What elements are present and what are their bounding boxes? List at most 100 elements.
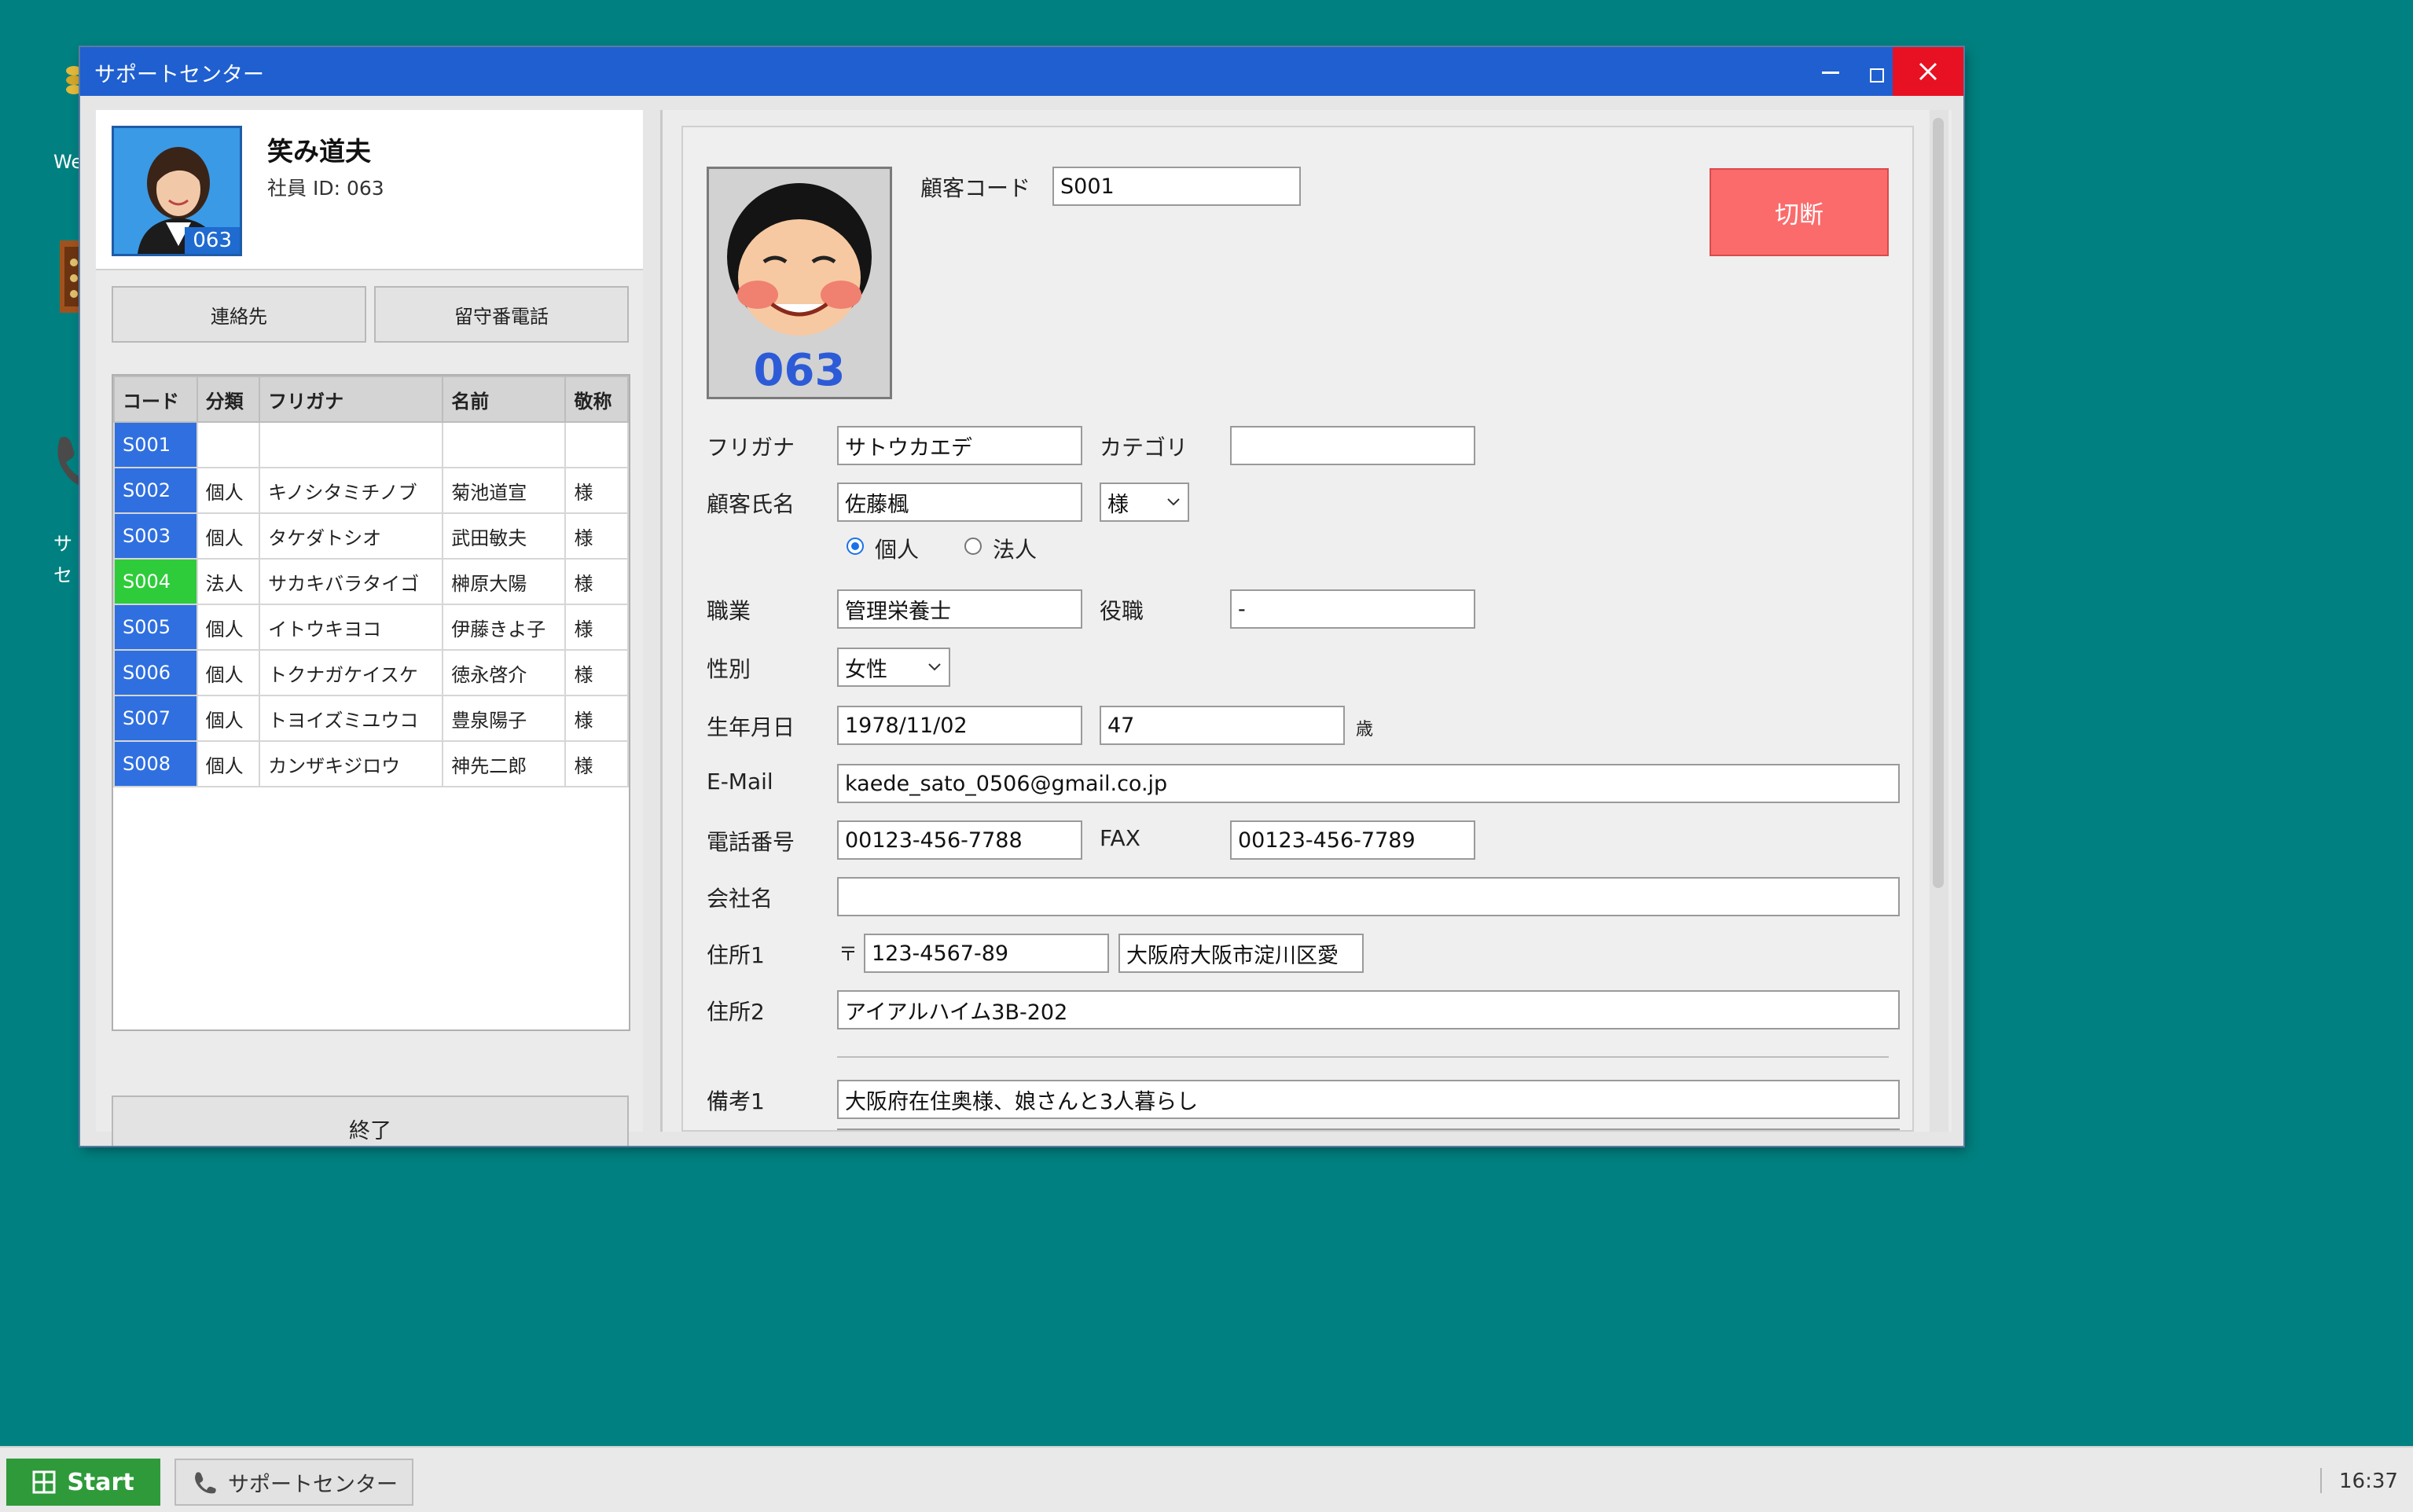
cell-name: 武田敏夫 bbox=[442, 512, 567, 560]
desktop-icon-2[interactable] bbox=[58, 239, 82, 314]
table-row[interactable]: S007 個人 トヨイズミユウコ 豊泉陽子 様 bbox=[113, 695, 629, 742]
disconnect-button[interactable]: 切断 bbox=[1710, 168, 1889, 256]
cell-honorific: 様 bbox=[564, 604, 629, 651]
cell-code[interactable]: S008 bbox=[113, 740, 198, 787]
cell-code[interactable]: S002 bbox=[113, 467, 198, 514]
start-button[interactable]: Start bbox=[6, 1459, 160, 1506]
birthdate-field[interactable]: 1978/11/02 bbox=[837, 706, 1082, 745]
address1-field[interactable]: 大阪府大阪市淀川区愛 bbox=[1118, 934, 1364, 973]
position-field[interactable]: - bbox=[1230, 589, 1475, 629]
category-field[interactable] bbox=[1230, 426, 1475, 465]
cell-name bbox=[442, 421, 567, 468]
cell-honorific: 様 bbox=[564, 512, 629, 560]
scrollbar-thumb[interactable] bbox=[1933, 118, 1944, 888]
tray-divider bbox=[2320, 1468, 2322, 1493]
desktop-icon-label: サ bbox=[53, 533, 72, 555]
employee-id: 社員 ID: 063 bbox=[267, 177, 384, 200]
postal-mark: 〒 bbox=[839, 943, 858, 965]
cell-code[interactable]: S007 bbox=[113, 695, 198, 742]
notes1-field[interactable]: 大阪府在住奥様、娘さんと3人暮らし bbox=[837, 1080, 1900, 1119]
form-scrollbar[interactable] bbox=[1930, 110, 1948, 1132]
customer-detail-pane: 063 顧客コード S001 切断 フリガナ サトウカエデ カテゴリ 顧客氏名 … bbox=[660, 110, 1952, 1132]
table-row[interactable]: S004 法人 サカキバラタイゴ 榊原大陽 様 bbox=[113, 558, 629, 605]
table-row[interactable]: S008 個人 カンザキジロウ 神先二郎 様 bbox=[113, 740, 629, 787]
occupation-field[interactable]: 管理栄養士 bbox=[837, 589, 1082, 629]
close-button[interactable] bbox=[1893, 47, 1963, 96]
cell-name: 豊泉陽子 bbox=[442, 695, 567, 742]
address2-label: 住所2 bbox=[707, 999, 765, 1025]
phone-icon bbox=[57, 436, 82, 486]
honorific-select[interactable]: 様 bbox=[1100, 483, 1189, 522]
cell-type: 個人 bbox=[196, 649, 261, 696]
cell-code[interactable]: S004 bbox=[113, 558, 198, 605]
title-bar[interactable]: サポートセンター bbox=[80, 47, 1963, 96]
customer-name-label: 顧客氏名 bbox=[707, 491, 795, 517]
maximize-icon bbox=[1870, 68, 1884, 83]
address2-field[interactable]: アイアルハイム3B-202 bbox=[837, 990, 1900, 1029]
cell-code[interactable]: S003 bbox=[113, 512, 198, 560]
age-field[interactable]: 47 bbox=[1100, 706, 1345, 745]
start-grid-icon bbox=[32, 1470, 56, 1494]
voicemail-button[interactable]: 留守番電話 bbox=[374, 286, 629, 343]
company-label: 会社名 bbox=[707, 886, 773, 912]
honorific-value: 様 bbox=[1107, 492, 1129, 517]
avatar-badge: 063 bbox=[185, 227, 240, 254]
gender-select[interactable]: 女性 bbox=[837, 648, 950, 687]
contacts-button[interactable]: 連絡先 bbox=[112, 286, 366, 343]
left-pane: 063 笑み道夫 社員 ID: 063 連絡先 留守番電話 コード 分類 フリガ… bbox=[96, 110, 643, 1146]
postal-code-field[interactable]: 123-4567-89 bbox=[864, 934, 1109, 973]
cell-type: 個人 bbox=[196, 467, 261, 514]
customer-name-field[interactable]: 佐藤楓 bbox=[837, 483, 1082, 522]
customer-form: 063 顧客コード S001 切断 フリガナ サトウカエデ カテゴリ 顧客氏名 … bbox=[681, 126, 1914, 1132]
customer-table[interactable]: コード 分類 フリガナ 名前 敬称 S001 S002 個人 キノシタミチノブ … bbox=[112, 374, 630, 1031]
clock[interactable]: 16:37 bbox=[2339, 1470, 2398, 1493]
desktop-icon-3[interactable] bbox=[55, 431, 82, 486]
table-row[interactable]: S003 個人 タケダトシオ 武田敏夫 様 bbox=[113, 512, 629, 560]
cell-name: 榊原大陽 bbox=[442, 558, 567, 605]
column-header-type[interactable]: 分類 bbox=[196, 376, 261, 423]
gender-value: 女性 bbox=[845, 657, 887, 682]
cell-code[interactable]: S006 bbox=[113, 649, 198, 696]
phone-label: 電話番号 bbox=[707, 829, 795, 855]
email-field[interactable]: kaede_sato_0506@gmail.co.jp bbox=[837, 764, 1900, 803]
exit-button[interactable]: 終了 bbox=[112, 1095, 629, 1146]
column-header-honorific[interactable]: 敬称 bbox=[564, 376, 629, 423]
table-row[interactable]: S006 個人 トクナガケイスケ 徳永啓介 様 bbox=[113, 649, 629, 696]
maximize-button[interactable] bbox=[1866, 47, 1893, 96]
cell-type: 個人 bbox=[196, 604, 261, 651]
minimize-button[interactable] bbox=[1795, 47, 1866, 96]
fax-field[interactable]: 00123-456-7789 bbox=[1230, 820, 1475, 860]
coins-icon bbox=[66, 66, 82, 94]
table-row[interactable]: S001 bbox=[113, 421, 629, 468]
column-header-name[interactable]: 名前 bbox=[442, 376, 567, 423]
fax-label: FAX bbox=[1100, 825, 1140, 851]
desktop-icon-1[interactable] bbox=[63, 55, 82, 110]
address1-label: 住所1 bbox=[707, 942, 765, 968]
position-label: 役職 bbox=[1100, 598, 1144, 624]
cell-code[interactable]: S005 bbox=[113, 604, 198, 651]
radio-personal[interactable] bbox=[847, 538, 864, 555]
table-row[interactable]: S005 個人 イトウキヨコ 伊藤きよ子 様 bbox=[113, 604, 629, 651]
employee-name: 笑み道夫 bbox=[267, 136, 371, 167]
radio-corporate[interactable] bbox=[964, 538, 982, 555]
phone-field[interactable]: 00123-456-7788 bbox=[837, 820, 1082, 860]
radio-personal-label: 個人 bbox=[875, 537, 920, 563]
table-row[interactable]: S002 個人 キノシタミチノブ 菊池道宣 様 bbox=[113, 467, 629, 514]
column-header-code[interactable]: コード bbox=[113, 376, 198, 423]
column-header-kana[interactable]: フリガナ bbox=[259, 376, 444, 423]
category-label: カテゴリ bbox=[1100, 435, 1188, 461]
cell-name: 菊池道宣 bbox=[442, 467, 567, 514]
taskbar: Start サポートセンター 16:37 bbox=[0, 1446, 2413, 1512]
employee-avatar: 063 bbox=[112, 126, 242, 256]
furigana-field[interactable]: サトウカエデ bbox=[837, 426, 1082, 465]
cell-type: 個人 bbox=[196, 512, 261, 560]
cell-code[interactable]: S001 bbox=[113, 421, 198, 468]
cell-type: 法人 bbox=[196, 558, 261, 605]
cell-honorific: 様 bbox=[564, 695, 629, 742]
taskbar-item-label: サポートセンター bbox=[228, 1472, 398, 1497]
taskbar-item-support-center[interactable]: サポートセンター bbox=[174, 1459, 413, 1506]
customer-code-field[interactable]: S001 bbox=[1052, 167, 1301, 206]
company-field[interactable] bbox=[837, 877, 1900, 916]
chevron-down-icon bbox=[1167, 498, 1180, 506]
notes2-field-partial[interactable] bbox=[837, 1128, 1900, 1130]
